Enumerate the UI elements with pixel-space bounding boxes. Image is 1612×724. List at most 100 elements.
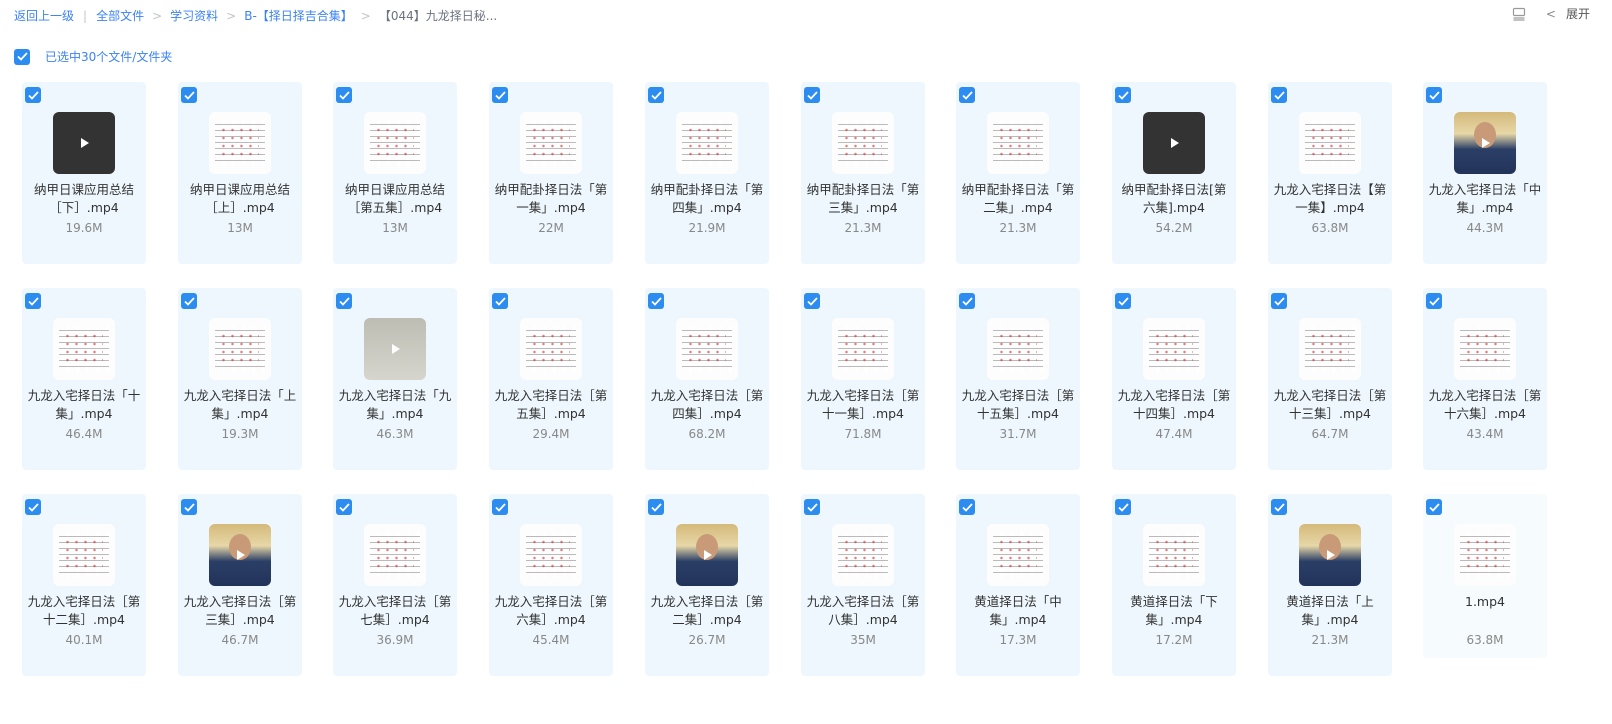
file-checkbox[interactable]	[181, 87, 197, 103]
file-card[interactable]: 九龙入宅择日法［第七集］.mp4 36.9M	[333, 494, 457, 676]
file-checkbox[interactable]	[336, 293, 352, 309]
file-card[interactable]: 九龙入宅择日法［第十五集］.mp4 31.7M	[956, 288, 1080, 470]
file-card[interactable]: 九龙入宅择日法［第八集］.mp4 35M	[801, 494, 925, 676]
file-thumbnail[interactable]	[364, 524, 426, 586]
file-card[interactable]: 纳甲配卦择日法[第六集].mp4 54.2M	[1112, 82, 1236, 264]
file-checkbox[interactable]	[181, 293, 197, 309]
file-card[interactable]: 九龙入宅择日法「上集」.mp4 19.3M	[178, 288, 302, 470]
file-checkbox[interactable]	[959, 87, 975, 103]
list-view-icon[interactable]	[1512, 7, 1526, 21]
file-checkbox[interactable]	[336, 87, 352, 103]
file-checkbox[interactable]	[1115, 499, 1131, 515]
breadcrumb-item-study[interactable]: 学习资料	[170, 7, 218, 24]
file-name: 九龙入宅择日法［第四集］.mp4	[650, 388, 764, 421]
file-thumbnail[interactable]	[987, 112, 1049, 174]
file-thumbnail[interactable]	[676, 318, 738, 380]
file-checkbox[interactable]	[648, 499, 664, 515]
file-thumbnail[interactable]	[520, 112, 582, 174]
file-checkbox[interactable]	[959, 499, 975, 515]
file-thumbnail[interactable]	[1299, 524, 1361, 586]
file-thumbnail[interactable]	[53, 318, 115, 380]
file-thumbnail[interactable]	[1454, 524, 1516, 586]
file-card[interactable]: 九龙入宅择日法「中集」.mp4 44.3M	[1423, 82, 1547, 264]
file-card[interactable]: 纳甲日课应用总结［上］.mp4 13M	[178, 82, 302, 264]
file-checkbox[interactable]	[804, 293, 820, 309]
file-checkbox[interactable]	[804, 87, 820, 103]
file-card[interactable]: 九龙入宅择日法「九集」.mp4 46.3M	[333, 288, 457, 470]
file-card[interactable]: 九龙入宅择日法［第十二集］.mp4 40.1M	[22, 494, 146, 676]
file-thumbnail[interactable]	[1143, 318, 1205, 380]
file-checkbox[interactable]	[492, 87, 508, 103]
file-card[interactable]: 纳甲日课应用总结［第五集］.mp4 13M	[333, 82, 457, 264]
file-thumbnail[interactable]	[1299, 318, 1361, 380]
file-thumbnail[interactable]	[209, 112, 271, 174]
file-card[interactable]: 纳甲配卦择日法「第二集」.mp4 21.3M	[956, 82, 1080, 264]
file-thumbnail[interactable]	[209, 524, 271, 586]
file-checkbox[interactable]	[1115, 293, 1131, 309]
file-card[interactable]: 九龙入宅择日法【第一集】.mp4 63.8M	[1268, 82, 1392, 264]
file-card[interactable]: 九龙入宅择日法［第五集］.mp4 29.4M	[489, 288, 613, 470]
file-thumbnail[interactable]	[1454, 318, 1516, 380]
file-checkbox[interactable]	[25, 499, 41, 515]
file-checkbox[interactable]	[1426, 293, 1442, 309]
file-card[interactable]: 黄道择日法「下集」.mp4 17.2M	[1112, 494, 1236, 676]
file-checkbox[interactable]	[1271, 293, 1287, 309]
file-thumbnail[interactable]	[1299, 112, 1361, 174]
file-thumbnail[interactable]	[364, 112, 426, 174]
back-link[interactable]: 返回上一级	[14, 7, 74, 24]
file-card[interactable]: 九龙入宅择日法［第十四集］.mp4 47.4M	[1112, 288, 1236, 470]
file-thumbnail[interactable]	[832, 112, 894, 174]
file-thumbnail[interactable]	[676, 112, 738, 174]
file-thumbnail[interactable]	[364, 318, 426, 380]
file-checkbox[interactable]	[1115, 87, 1131, 103]
file-checkbox[interactable]	[648, 87, 664, 103]
file-card[interactable]: 九龙入宅择日法［第六集］.mp4 45.4M	[489, 494, 613, 676]
file-name: 九龙入宅择日法［第十四集］.mp4	[1117, 388, 1231, 421]
file-card[interactable]: 黄道择日法「中集」.mp4 17.3M	[956, 494, 1080, 676]
file-card[interactable]: 九龙入宅择日法［第四集］.mp4 68.2M	[645, 288, 769, 470]
file-thumbnail[interactable]	[520, 524, 582, 586]
file-checkbox[interactable]	[492, 499, 508, 515]
file-card[interactable]: 九龙入宅择日法［第十一集］.mp4 71.8M	[801, 288, 925, 470]
file-thumbnail[interactable]	[1143, 112, 1205, 174]
file-card[interactable]: 纳甲配卦择日法「第三集」.mp4 21.3M	[801, 82, 925, 264]
file-thumbnail[interactable]	[987, 318, 1049, 380]
file-checkbox[interactable]	[648, 293, 664, 309]
file-checkbox[interactable]	[25, 293, 41, 309]
chevron-left-icon[interactable]: <	[1546, 7, 1556, 21]
file-thumbnail[interactable]	[209, 318, 271, 380]
file-thumbnail[interactable]	[53, 524, 115, 586]
file-card[interactable]: 九龙入宅择日法［第三集］.mp4 46.7M	[178, 494, 302, 676]
file-checkbox[interactable]	[1271, 499, 1287, 515]
file-thumbnail[interactable]	[676, 524, 738, 586]
file-checkbox[interactable]	[1271, 87, 1287, 103]
file-thumbnail[interactable]	[1454, 112, 1516, 174]
file-thumbnail[interactable]	[520, 318, 582, 380]
expand-button[interactable]: 展开	[1566, 5, 1590, 22]
breadcrumb-item-all-files[interactable]: 全部文件	[96, 7, 144, 24]
file-card[interactable]: 1.mp4 63.8M	[1423, 494, 1547, 658]
file-checkbox[interactable]	[1426, 499, 1442, 515]
file-checkbox[interactable]	[25, 87, 41, 103]
file-checkbox[interactable]	[181, 499, 197, 515]
file-checkbox[interactable]	[492, 293, 508, 309]
file-checkbox[interactable]	[804, 499, 820, 515]
file-card[interactable]: 九龙入宅择日法「十集」.mp4 46.4M	[22, 288, 146, 470]
file-thumbnail[interactable]	[832, 318, 894, 380]
file-card[interactable]: 纳甲配卦择日法「第一集」.mp4 22M	[489, 82, 613, 264]
file-card[interactable]: 九龙入宅择日法［第十六集］.mp4 43.4M	[1423, 288, 1547, 470]
file-card[interactable]: 九龙入宅择日法［第十三集］.mp4 64.7M	[1268, 288, 1392, 470]
file-thumbnail[interactable]	[53, 112, 115, 174]
file-card[interactable]: 九龙入宅择日法［第二集］.mp4 26.7M	[645, 494, 769, 676]
file-checkbox[interactable]	[959, 293, 975, 309]
file-checkbox[interactable]	[1426, 87, 1442, 103]
file-card[interactable]: 纳甲日课应用总结［下］.mp4 19.6M	[22, 82, 146, 264]
file-thumbnail[interactable]	[832, 524, 894, 586]
breadcrumb-item-collection[interactable]: B-【择日择吉合集】	[244, 7, 353, 24]
file-checkbox[interactable]	[336, 499, 352, 515]
file-thumbnail[interactable]	[1143, 524, 1205, 586]
select-all-checkbox[interactable]	[14, 48, 30, 65]
file-thumbnail[interactable]	[987, 524, 1049, 586]
file-card[interactable]: 纳甲配卦择日法「第四集」.mp4 21.9M	[645, 82, 769, 264]
file-card[interactable]: 黄道择日法「上集」.mp4 21.3M	[1268, 494, 1392, 676]
